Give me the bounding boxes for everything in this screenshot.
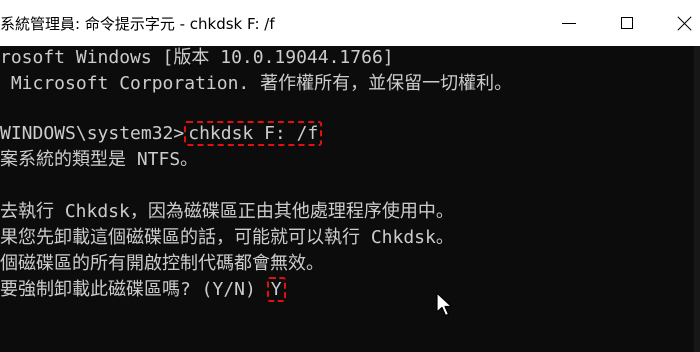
title-bar[interactable]: 系統管理員: 命令提示字元 - chkdsk F: /f: [0, 0, 700, 46]
console-line: 案系統的類型是 NTFS。: [0, 149, 199, 170]
close-icon: [678, 16, 692, 30]
console-line: Microsoft Corporation. 著作權所有，並保留一切權利。: [0, 73, 513, 94]
console-line: rosoft Windows [版本 10.0.19044.1766]: [0, 47, 394, 68]
minimize-icon: [562, 22, 576, 24]
confirm-prompt: 要強制卸載此磁碟區嗎? (Y/N): [0, 279, 267, 300]
close-button[interactable]: [662, 0, 700, 46]
vertical-scrollbar[interactable]: [694, 46, 700, 352]
console-line: 個磁碟區的所有開啟控制代碼都會無效。: [0, 253, 324, 274]
prompt-path: WINDOWS\system32>: [0, 123, 185, 144]
mouse-pointer-icon: [436, 292, 453, 317]
console-line: 去執行 Chkdsk，因為磁碟區正由其他處理程序使用中。: [0, 201, 454, 222]
answer-highlight[interactable]: Y: [266, 277, 286, 302]
prompt-line: WINDOWS\system32> chkdsk F: /f: [0, 121, 323, 146]
console-output[interactable]: rosoft Windows [版本 10.0.19044.1766] Micr…: [0, 46, 700, 352]
command-highlight: chkdsk F: /f: [184, 121, 323, 146]
maximize-icon: [621, 17, 633, 29]
window-title: 系統管理員: 命令提示字元 - chkdsk F: /f: [0, 15, 275, 33]
maximize-button[interactable]: [604, 0, 650, 46]
console-line: 果您先卸載這個磁碟區的話，可能就可以執行 Chkdsk。: [0, 227, 454, 248]
minimize-button[interactable]: [546, 0, 592, 46]
cmd-window: 系統管理員: 命令提示字元 - chkdsk F: /f rosoft Wind…: [0, 0, 700, 352]
confirm-line[interactable]: 要強制卸載此磁碟區嗎? (Y/N) Y: [0, 277, 286, 302]
